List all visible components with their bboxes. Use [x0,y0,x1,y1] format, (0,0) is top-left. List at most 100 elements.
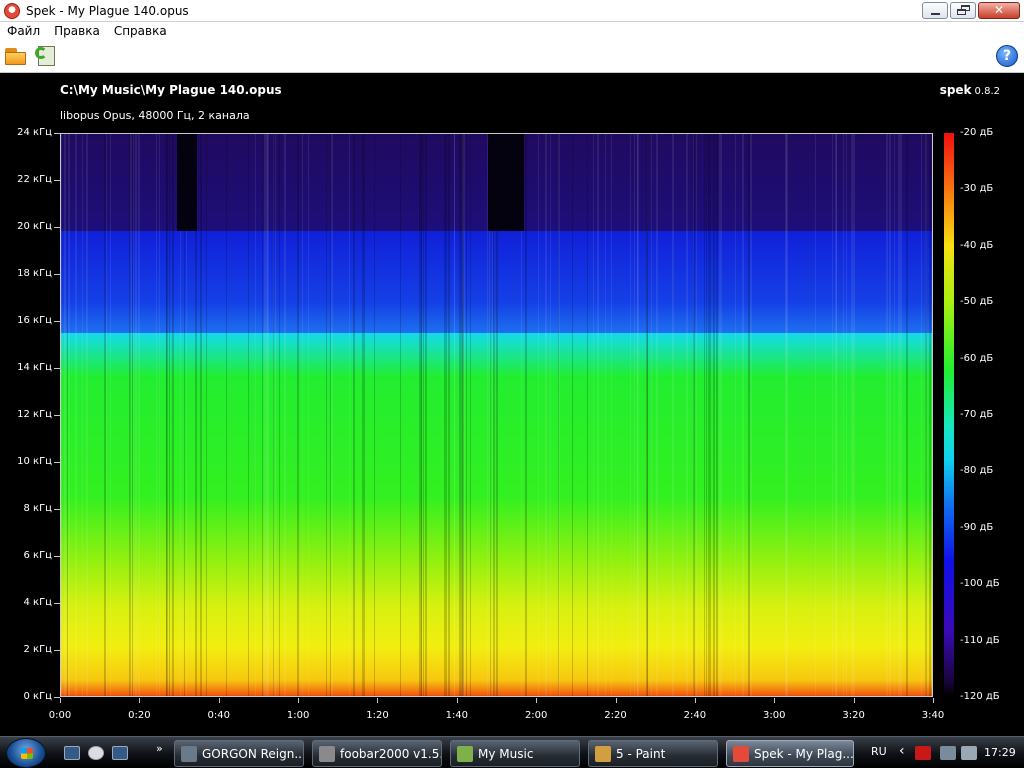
task-app-icon [319,745,335,762]
spectrogram-texture [326,134,327,696]
x-tick [298,698,300,703]
y-tick [54,650,60,651]
spectrogram-texture [686,134,688,696]
clock[interactable]: 17:29 [984,746,1016,759]
spectrogram-texture [894,134,895,696]
x-tick-label: 0:20 [128,710,151,721]
menu-help[interactable]: Справка [107,24,174,38]
spectrogram-texture [331,134,333,696]
taskbar-item[interactable]: 5 - Paint [588,740,718,767]
spectrogram-texture [470,134,471,696]
spectrogram-texture [786,134,788,696]
x-tick [139,698,141,703]
colorbar-label: -30 дБ [960,183,994,195]
x-tick [933,698,934,703]
restore-icon-back [957,9,966,15]
media-player-icon[interactable] [88,746,104,760]
colorbar-label: -80 дБ [960,465,994,477]
taskbar-item[interactable]: foobar2000 v1.5... [312,740,442,767]
spectrogram-texture [363,134,365,696]
menu-file[interactable]: Файл [0,24,47,38]
spectrogram-texture [273,134,274,696]
x-tick-label: 0:40 [207,710,230,721]
colorbar-label: -90 дБ [960,521,994,533]
spek-brand: spek 0.8.2 [940,83,1000,97]
spectrogram-texture [264,134,266,696]
spectrogram-texture [61,134,62,696]
spectrogram-texture [226,134,227,696]
colorbar-label: -120 дБ [960,691,1000,702]
spectrogram-texture [525,134,527,696]
colorbar-label: -40 дБ [960,239,994,251]
spectrogram-texture [446,134,447,696]
y-tick [54,556,60,557]
show-desktop-icon[interactable] [64,746,80,760]
spectrogram-texture [110,134,111,696]
spectrogram-texture [597,134,599,696]
spectrogram-texture [275,134,276,696]
y-tick-label: 18 кГц [17,268,52,279]
spectrogram-texture [353,134,355,696]
menu-edit[interactable]: Правка [47,24,107,38]
quicklaunch-chevron-icon[interactable]: » [156,742,163,755]
taskbar-item[interactable]: Spek - My Plag... [726,740,854,767]
x-tick [60,698,61,703]
spectrogram-texture [82,134,83,696]
close-button[interactable]: ✕ [978,2,1020,19]
switch-windows-icon[interactable] [112,746,128,760]
spectrogram-texture [255,134,256,696]
language-indicator[interactable]: RU [871,745,887,758]
colorbar-label: -100 дБ [960,578,1000,590]
x-tick-label: 1:00 [286,710,310,721]
spectrogram-texture [550,134,551,696]
spectrogram-texture [156,134,157,696]
task-app-icon [595,745,611,762]
spectrogram-texture [423,134,424,696]
spectrogram-texture [454,134,455,696]
colorbar-label: -50 дБ [960,296,994,308]
spectrogram-texture [832,134,833,696]
colorbar-label: -60 дБ [960,352,994,364]
tray-expand-icon[interactable]: ‹ [899,743,905,759]
spectrogram-texture [900,134,902,696]
restore-button[interactable] [950,2,976,19]
x-tick [615,698,617,703]
network-tray-icon[interactable] [940,746,956,760]
spectrogram-texture [925,134,927,696]
x-tick-label: 1:20 [366,710,389,721]
help-button[interactable]: ? [996,45,1018,67]
spectrogram-texture [538,134,539,696]
spectrogram-texture [136,134,137,696]
taskbar-item[interactable]: My Music [450,740,580,767]
y-tick-label: 10 кГц [17,456,52,467]
minimize-button[interactable] [922,2,948,19]
spectrogram-texture [572,134,573,696]
ati-tray-icon[interactable] [915,746,931,760]
spectrogram-texture [206,134,207,696]
taskbar-item-label: GORGON Reign... [202,746,304,761]
x-tick-label: 3:40 [921,710,945,721]
y-tick-label: 22 кГц [17,174,52,185]
folder-open-icon-body [5,52,26,65]
x-tick [774,698,776,703]
spectrogram-texture [696,134,697,696]
taskbar-item-label: My Music [478,746,534,761]
window-title: Spek - My Plague 140.opus [26,3,189,18]
taskbar-item[interactable]: GORGON Reign... [174,740,304,767]
title-bar: Spek - My Plague 140.opus ✕ [0,0,1024,22]
x-tick [536,698,538,703]
y-tick-label: 0 кГц [23,691,53,702]
volume-tray-icon[interactable] [961,746,977,760]
spectrogram-texture [929,134,931,696]
spectrogram-texture [374,134,375,696]
spectrogram-texture [169,134,170,696]
task-app-icon [457,745,473,762]
open-file-button[interactable] [4,45,28,67]
spek-app-icon[interactable] [4,2,20,19]
spectrogram-texture [846,134,847,696]
colorbar-label: -20 дБ [960,127,994,138]
start-button[interactable] [6,738,46,768]
task-app-icon [181,745,197,762]
y-tick [54,415,60,416]
save-button[interactable] [35,45,59,67]
